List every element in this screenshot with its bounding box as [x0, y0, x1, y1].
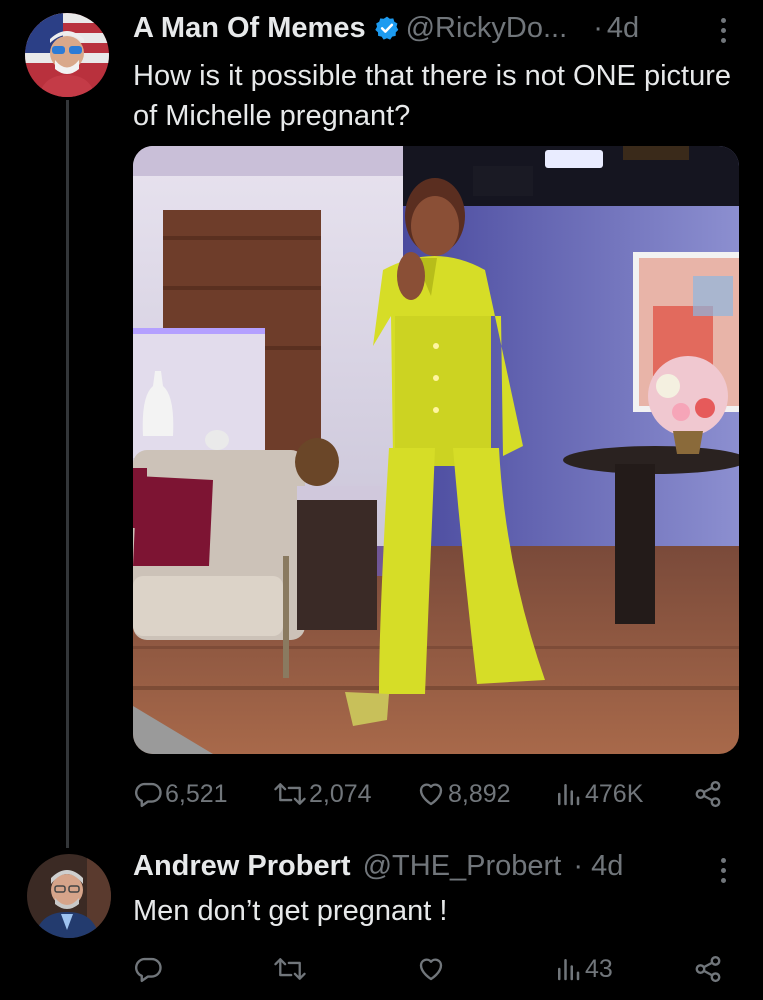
reply-age[interactable]: 4d [591, 850, 623, 882]
reply-actions: 43 [133, 949, 728, 989]
reply-count: 6,521 [165, 779, 228, 808]
verified-icon [374, 15, 400, 49]
like-count: 8,892 [448, 779, 511, 808]
retweet-icon [274, 783, 306, 805]
views-icon [558, 959, 580, 981]
reply-text: Men don’t get pregnant ! [133, 895, 448, 927]
reply-like-button[interactable] [416, 949, 446, 989]
author-handle[interactable]: @RickyDo... [406, 12, 568, 44]
views-icon [558, 784, 580, 806]
reply-author-handle[interactable]: @THE_Probert [363, 850, 562, 882]
reply-retweet-button[interactable] [273, 949, 307, 989]
reply-share-button[interactable] [693, 949, 723, 989]
main-tweet[interactable]: A Man Of Memes @RickyDo... · 4d How is it … [0, 0, 763, 848]
share-button[interactable] [693, 774, 723, 814]
views-count: 476K [585, 779, 644, 808]
thread-line [66, 100, 69, 848]
reply-button[interactable]: 6,521 [133, 774, 228, 814]
tweet-photo[interactable] [133, 146, 739, 754]
retweet-button[interactable]: 2,074 [273, 774, 372, 814]
share-icon [695, 780, 721, 808]
share-icon [695, 955, 721, 983]
reply-header: Andrew Probert @THE_Probert · 4d [133, 849, 623, 883]
retweet-icon [274, 958, 306, 980]
views-button[interactable]: 476K [553, 774, 643, 814]
tweet-age[interactable]: 4d [607, 12, 639, 44]
tweet-header: A Man Of Memes @RickyDo... · 4d [133, 11, 639, 49]
reply-reply-button[interactable] [133, 949, 163, 989]
separator-dot: · [593, 12, 603, 44]
reply-icon [135, 782, 162, 808]
reply-views-button[interactable]: 43 [553, 949, 613, 989]
like-button[interactable]: 8,892 [416, 774, 511, 814]
reply-author-name[interactable]: Andrew Probert [133, 850, 351, 882]
reply-tweet[interactable]: Andrew Probert @THE_Probert · 4d Men don… [0, 848, 763, 1000]
reply-separator-dot: · [573, 850, 583, 882]
reply-icon [135, 957, 162, 983]
author-name[interactable]: A Man Of Memes [133, 12, 366, 44]
like-icon [419, 958, 443, 981]
tweet-text: How is it possible that there is not ONE… [133, 60, 731, 132]
tweet-actions: 6,521 2,074 8,892 476K [133, 774, 728, 814]
more-icon[interactable] [721, 18, 727, 48]
retweet-count: 2,074 [309, 779, 372, 808]
reply-views-count: 43 [585, 954, 613, 983]
reply-more-icon[interactable] [721, 858, 727, 888]
reply-author-avatar[interactable] [27, 854, 111, 938]
author-avatar[interactable] [25, 13, 109, 97]
like-icon [419, 783, 443, 806]
